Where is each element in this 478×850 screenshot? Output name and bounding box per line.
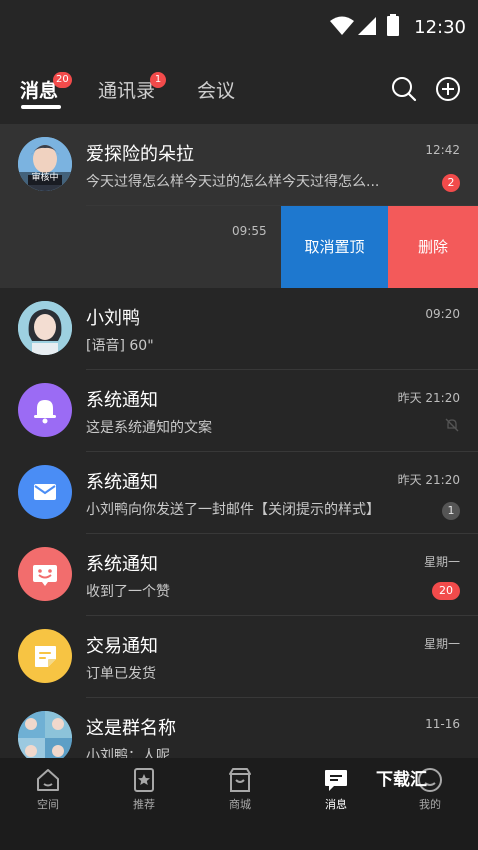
battery-icon bbox=[387, 14, 399, 36]
wifi-icon bbox=[330, 16, 354, 35]
conversation-name: 小刘鸭 bbox=[86, 308, 140, 329]
nav-label: 商城 bbox=[229, 798, 251, 811]
conversation-time: 星期一 bbox=[423, 555, 460, 569]
messages-tab-badge: 20 bbox=[53, 72, 72, 88]
conversation-item[interactable]: 系统通知 收到了一个赞 星期一 20 bbox=[0, 534, 478, 616]
avatar bbox=[18, 465, 72, 519]
conversation-time: 昨天 21:20 bbox=[397, 391, 460, 405]
swiped-conversation-item[interactable]: 09:55 取消置顶 删除 bbox=[0, 206, 478, 288]
cellular-signal-icon bbox=[358, 17, 376, 35]
smile-message-icon bbox=[33, 565, 57, 586]
star-bookmark-icon bbox=[134, 768, 154, 792]
avatar bbox=[18, 383, 72, 437]
active-tab-indicator bbox=[21, 105, 61, 109]
unread-count-badge: 1 bbox=[442, 502, 460, 520]
conversation-preview: 这是系统通知的文案 bbox=[86, 420, 212, 436]
delete-button[interactable]: 删除 bbox=[388, 206, 478, 288]
nav-space[interactable]: 空间 bbox=[0, 766, 96, 812]
avatar bbox=[18, 629, 72, 683]
conversation-time: 09:20 bbox=[425, 307, 460, 321]
unpin-button[interactable]: 取消置顶 bbox=[281, 206, 388, 288]
nav-label: 我的 bbox=[419, 798, 441, 811]
nav-recommend[interactable]: 推荐 bbox=[96, 766, 192, 812]
mail-icon bbox=[34, 484, 56, 500]
conversation-preview: 订单已发货 bbox=[86, 666, 156, 682]
conversation-name: 交易通知 bbox=[86, 636, 158, 657]
review-status-tag: 审核中 bbox=[18, 172, 72, 185]
conversation-preview: 今天过得怎么样今天过的怎么样今天过得怎么... bbox=[86, 174, 380, 190]
unread-count-badge: 2 bbox=[442, 174, 460, 192]
conversation-item[interactable]: 系统通知 小刘鸭向你发送了一封邮件【关闭提示的样式】 昨天 21:20 1 bbox=[0, 452, 478, 534]
tab-meetings[interactable]: 会议 bbox=[197, 76, 235, 103]
conversation-item[interactable]: 交易通知 订单已发货 星期一 bbox=[0, 616, 478, 698]
contacts-tab-badge: 1 bbox=[150, 72, 166, 88]
conversation-time: 12:42 bbox=[425, 143, 460, 157]
message-icon bbox=[325, 770, 347, 791]
tab-contacts[interactable]: 通讯录 bbox=[98, 76, 155, 103]
group-avatar bbox=[18, 711, 72, 765]
conversation-name: 爱探险的朵拉 bbox=[86, 144, 194, 165]
watermark: 下载汇 bbox=[376, 770, 427, 790]
user-portrait bbox=[18, 301, 72, 355]
nav-shop[interactable]: 商城 bbox=[192, 766, 288, 812]
conversation-name: 系统通知 bbox=[86, 472, 158, 493]
conversation-item[interactable]: 系统通知 这是系统通知的文案 昨天 21:20 bbox=[0, 370, 478, 452]
avatar: 审核中 bbox=[18, 137, 72, 191]
conversation-item[interactable]: 小刘鸭 [语音] 60" 09:20 bbox=[0, 288, 478, 370]
note-icon bbox=[35, 646, 56, 667]
conversation-time: 星期一 bbox=[423, 637, 460, 651]
group-portrait bbox=[18, 711, 72, 765]
mute-notifications-icon bbox=[445, 418, 459, 432]
nav-messages[interactable]: 消息 bbox=[288, 766, 384, 812]
top-tab-bar: 消息 20 通讯录 1 会议 bbox=[0, 56, 478, 126]
search-icon[interactable] bbox=[391, 76, 417, 102]
avatar bbox=[18, 301, 72, 355]
bell-icon bbox=[34, 400, 56, 424]
conversation-name: 这是群名称 bbox=[86, 718, 176, 739]
home-icon bbox=[37, 769, 59, 791]
clock: 12:30 bbox=[414, 17, 466, 38]
conversation-preview: 小刘鸭向你发送了一封邮件【关闭提示的样式】 bbox=[86, 502, 380, 518]
conversation-time: 11-16 bbox=[425, 717, 460, 731]
conversation-time: 昨天 21:20 bbox=[397, 473, 460, 487]
status-bar: 12:30 bbox=[0, 0, 478, 56]
conversation-preview: [语音] 60" bbox=[86, 338, 154, 354]
nav-label: 空间 bbox=[37, 798, 59, 811]
conversation-name: 系统通知 bbox=[86, 554, 158, 575]
conversation-name: 系统通知 bbox=[86, 390, 158, 411]
conversation-preview: 收到了一个赞 bbox=[86, 584, 170, 600]
avatar bbox=[18, 547, 72, 601]
add-circle-icon[interactable] bbox=[435, 76, 461, 102]
conversation-item[interactable]: 审核中 爱探险的朵拉 今天过得怎么样今天过的怎么样今天过得怎么... 12:42… bbox=[0, 124, 478, 206]
conversation-time: 09:55 bbox=[232, 224, 267, 238]
shop-icon bbox=[229, 768, 251, 792]
nav-label: 消息 bbox=[325, 798, 347, 811]
nav-label: 推荐 bbox=[133, 798, 155, 811]
unread-count-badge: 20 bbox=[432, 582, 460, 600]
